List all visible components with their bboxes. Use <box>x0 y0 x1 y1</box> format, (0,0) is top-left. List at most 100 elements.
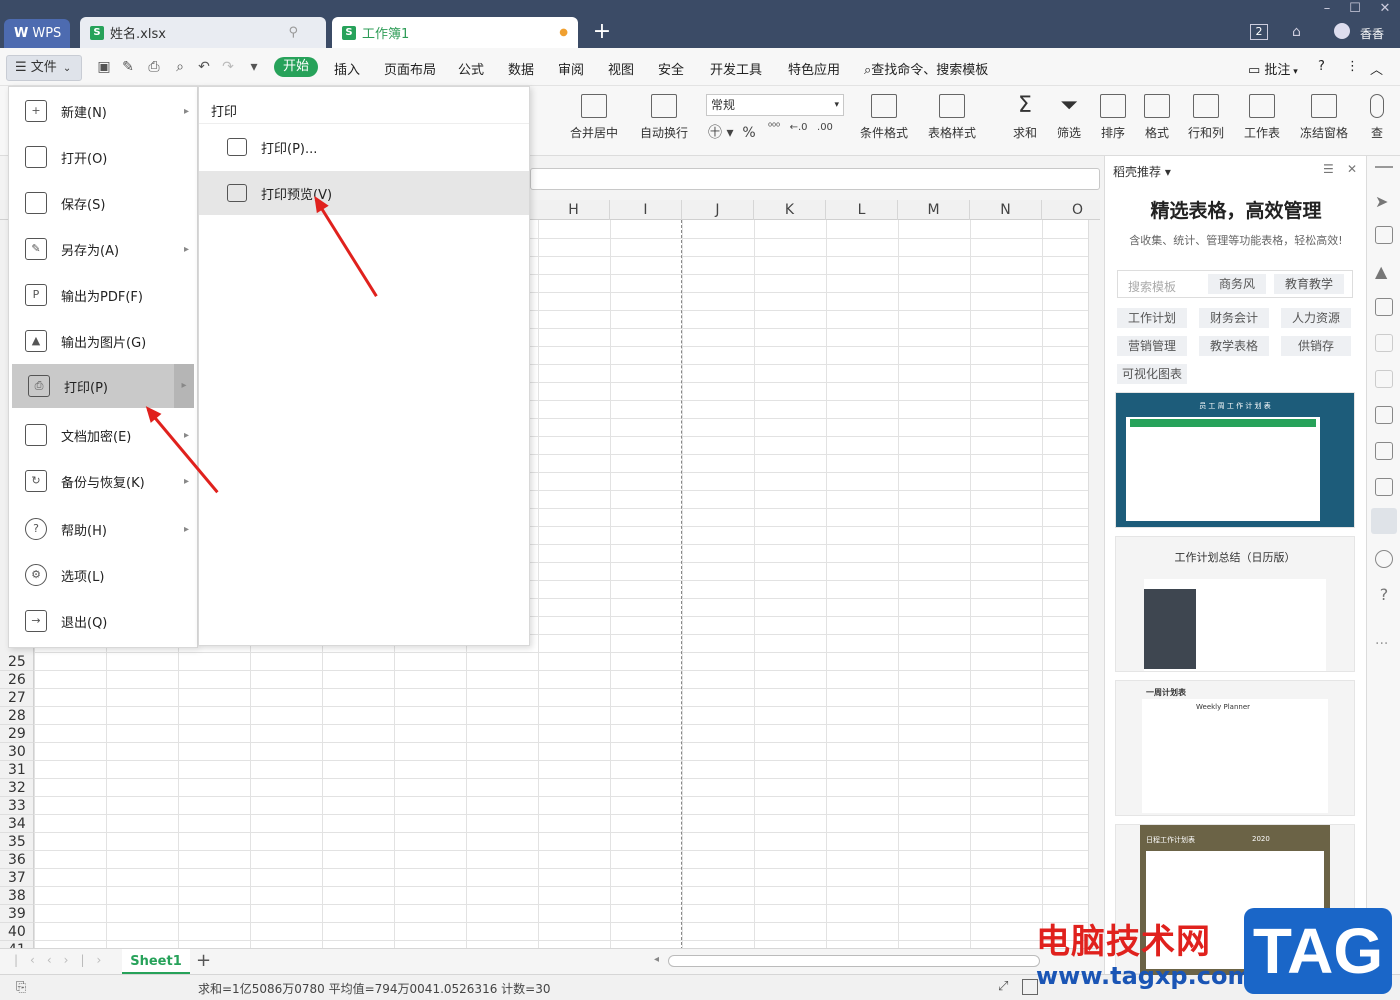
template-card[interactable]: 工作计划总结（日历版） <box>1115 536 1355 672</box>
cursor-icon[interactable]: ➤ <box>1375 192 1393 211</box>
tag-marketing[interactable]: 营销管理 <box>1117 336 1187 356</box>
template-card[interactable]: 一周计划表 Weekly Planner <box>1115 680 1355 816</box>
help-circle-icon[interactable]: ? <box>1375 586 1393 604</box>
format-painter-icon[interactable]: ✎ <box>120 59 136 75</box>
file-menu-item[interactable]: → 退出(Q) <box>9 599 199 643</box>
wrap-text-button[interactable]: 自动换行 <box>640 94 688 141</box>
tag-hr[interactable]: 人力资源 <box>1281 308 1351 328</box>
link-icon[interactable] <box>1375 370 1393 388</box>
row-header[interactable]: 39 <box>0 905 34 923</box>
row-header[interactable]: 30 <box>0 743 34 761</box>
scroll-left-icon[interactable]: ◂ <box>654 954 659 965</box>
add-sheet-icon[interactable]: + <box>196 950 211 971</box>
shapes-icon[interactable] <box>1375 226 1393 244</box>
currency-icon[interactable]: ㊉ ▾ % <box>708 122 756 142</box>
column-header[interactable]: N <box>970 200 1042 220</box>
row-header[interactable]: 26 <box>0 671 34 689</box>
new-tab-button[interactable]: + <box>590 18 614 46</box>
tag-teaching[interactable]: 教学表格 <box>1199 336 1269 356</box>
menu-tab-view[interactable]: 视图 <box>608 59 634 78</box>
column-header[interactable]: K <box>754 200 826 220</box>
skin-icon[interactable]: ⌂ <box>1292 24 1301 40</box>
maximize-icon[interactable]: ☐ <box>1342 0 1368 18</box>
collapse-ribbon-icon[interactable]: ︿ <box>1370 59 1383 78</box>
file-menu-item[interactable]: ⚙ 选项(L) <box>9 553 199 597</box>
find-button[interactable]: 查 <box>1370 94 1384 141</box>
column-header[interactable]: L <box>826 200 898 220</box>
row-header[interactable]: 40 <box>0 923 34 941</box>
more-icon[interactable]: ⋮ <box>1346 59 1359 74</box>
file-menu-item[interactable]: ⎙ 打印(P) ▸ <box>12 364 194 408</box>
tag-finance[interactable]: 财务会计 <box>1199 308 1269 328</box>
panel-menu-icon[interactable]: ☰ <box>1323 162 1334 176</box>
menu-tab-home[interactable]: 开始 <box>274 57 318 77</box>
row-header[interactable]: 29 <box>0 725 34 743</box>
file-menu-item[interactable]: 打开(O) <box>9 135 199 179</box>
conditional-format-button[interactable]: 条件格式 <box>860 94 908 141</box>
tag-education[interactable]: 教育教学 <box>1274 274 1344 294</box>
page-count-badge[interactable]: 2 <box>1250 24 1268 40</box>
help-icon[interactable]: ? <box>1318 59 1325 74</box>
close-icon[interactable]: ✕ <box>1372 0 1398 18</box>
undo-icon[interactable]: ↶ <box>196 59 212 75</box>
row-header[interactable]: 31 <box>0 761 34 779</box>
archive-icon[interactable] <box>1375 442 1393 460</box>
table-icon[interactable] <box>1375 298 1393 316</box>
file-menu-item[interactable]: ↻ 备份与恢复(K) ▸ <box>9 459 199 503</box>
sort-button[interactable]: 排序 <box>1100 94 1126 141</box>
save-icon[interactable]: ▣ <box>96 59 112 75</box>
print-preview-icon[interactable]: ⌕ <box>172 59 188 75</box>
menu-tab-security[interactable]: 安全 <box>658 59 684 78</box>
table-style-button[interactable]: 表格样式 <box>928 94 976 141</box>
annotate-button[interactable]: ▭ 批注 ▾ <box>1248 59 1298 78</box>
column-header[interactable]: H <box>538 200 610 220</box>
number-format-select[interactable]: 常规 ▾ <box>706 94 844 116</box>
menu-tab-formulas[interactable]: 公式 <box>458 59 484 78</box>
menu-tab-page-layout[interactable]: 页面布局 <box>384 59 436 78</box>
customize-icon[interactable]: ▾ <box>246 59 262 75</box>
image-icon[interactable] <box>1375 478 1393 496</box>
menu-tab-data[interactable]: 数据 <box>508 59 534 78</box>
tab-wps-home[interactable]: W WPS <box>4 19 70 48</box>
format-button[interactable]: 格式 <box>1144 94 1170 141</box>
template-card[interactable]: 员 工 周 工 作 计 划 表 <box>1115 392 1355 528</box>
menu-tab-developer[interactable]: 开发工具 <box>710 59 762 78</box>
formula-bar[interactable] <box>530 168 1100 190</box>
chart-icon[interactable] <box>1375 334 1393 352</box>
copy-icon[interactable] <box>1375 406 1393 424</box>
horizontal-scrollbar[interactable] <box>668 955 1040 967</box>
file-menu-item[interactable]: 保存(S) <box>9 181 199 225</box>
rows-cols-button[interactable]: 行和列 <box>1188 94 1224 141</box>
activity-icon[interactable] <box>1375 550 1393 568</box>
freeze-panes-button[interactable]: 冻结窗格 <box>1300 94 1348 141</box>
column-header[interactable]: O <box>1042 200 1100 220</box>
sheet-tab-sheet1[interactable]: Sheet1 <box>122 949 190 974</box>
column-header[interactable]: M <box>898 200 970 220</box>
tag-charts[interactable]: 可视化图表 <box>1117 364 1187 384</box>
print-dialog-item[interactable]: 打印(P)... <box>199 125 529 169</box>
menu-icon[interactable] <box>1375 166 1393 168</box>
row-header[interactable]: 25 <box>0 653 34 671</box>
tab-document-workbook[interactable]: S 工作簿1 ● <box>332 17 578 48</box>
file-menu-item[interactable]: P 输出为PDF(F) <box>9 273 199 317</box>
template-store-icon[interactable] <box>1371 508 1397 534</box>
panel-header[interactable]: 稻壳推荐 ▾ <box>1113 163 1171 180</box>
avatar[interactable] <box>1334 23 1350 39</box>
sum-button[interactable]: Σ 求和 <box>1012 94 1038 141</box>
worksheet-button[interactable]: 工作表 <box>1244 94 1280 141</box>
row-header[interactable]: 41 <box>0 941 34 948</box>
redo-icon[interactable]: ↷ <box>220 59 236 75</box>
row-header[interactable]: 32 <box>0 779 34 797</box>
row-header[interactable]: 34 <box>0 815 34 833</box>
command-search[interactable]: ⌕查找命令、搜索模板 <box>864 59 988 78</box>
fullscreen-icon[interactable]: ⤢ <box>998 979 1008 994</box>
column-header[interactable]: I <box>610 200 682 220</box>
row-header[interactable]: 27 <box>0 689 34 707</box>
menu-tab-review[interactable]: 审阅 <box>558 59 584 78</box>
menu-tab-special[interactable]: 特色应用 <box>788 59 840 78</box>
file-menu-item[interactable]: ? 帮助(H) ▸ <box>9 507 199 551</box>
macro-icon[interactable]: ⎘ <box>16 980 26 995</box>
tag-business[interactable]: 商务风 <box>1208 274 1266 294</box>
more-dots-icon[interactable]: ··· <box>1375 636 1388 652</box>
file-menu-button[interactable]: ☰ 文件 ⌄ <box>6 55 82 81</box>
